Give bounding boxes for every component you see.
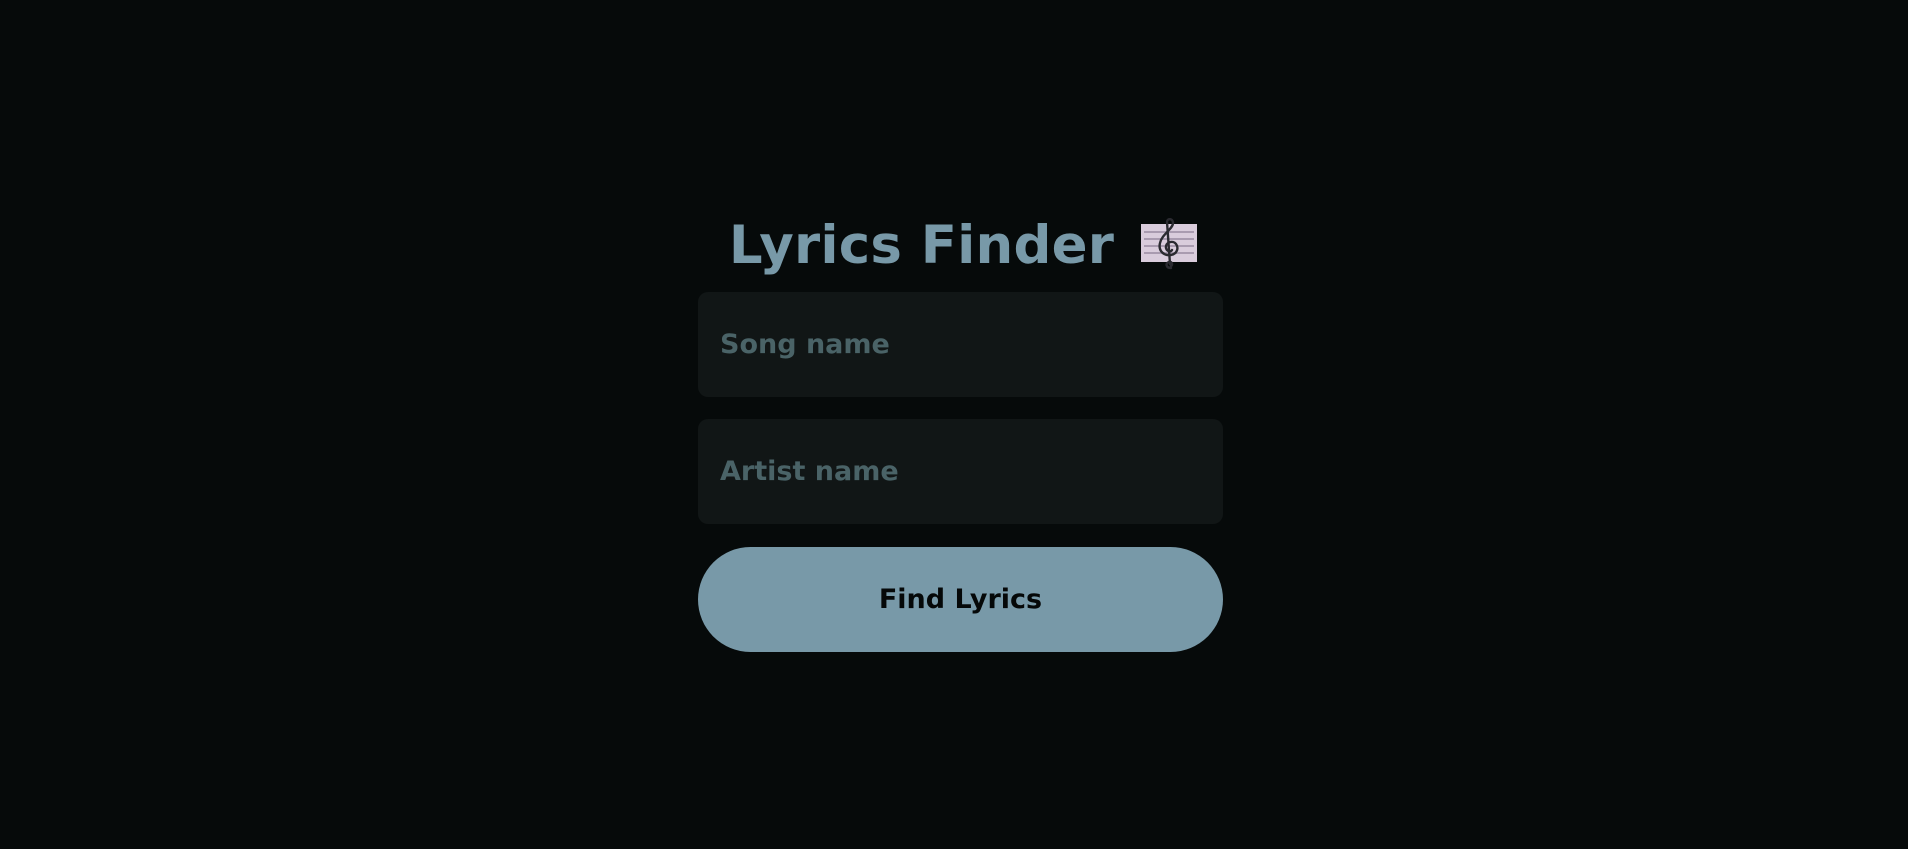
artist-name-input[interactable] [720,456,1201,487]
page-title: Lyrics Finder [728,214,1115,276]
song-name-field[interactable] [698,292,1223,397]
header: Lyrics Finder [704,205,1223,285]
artist-name-field[interactable] [698,419,1223,524]
song-name-input[interactable] [720,329,1201,360]
page: Lyrics Finder Find Lyrics [0,0,1908,849]
lyrics-search-form: Lyrics Finder Find Lyrics [698,205,1223,652]
find-lyrics-button[interactable]: Find Lyrics [698,547,1223,652]
musical-score-icon [1140,218,1198,270]
